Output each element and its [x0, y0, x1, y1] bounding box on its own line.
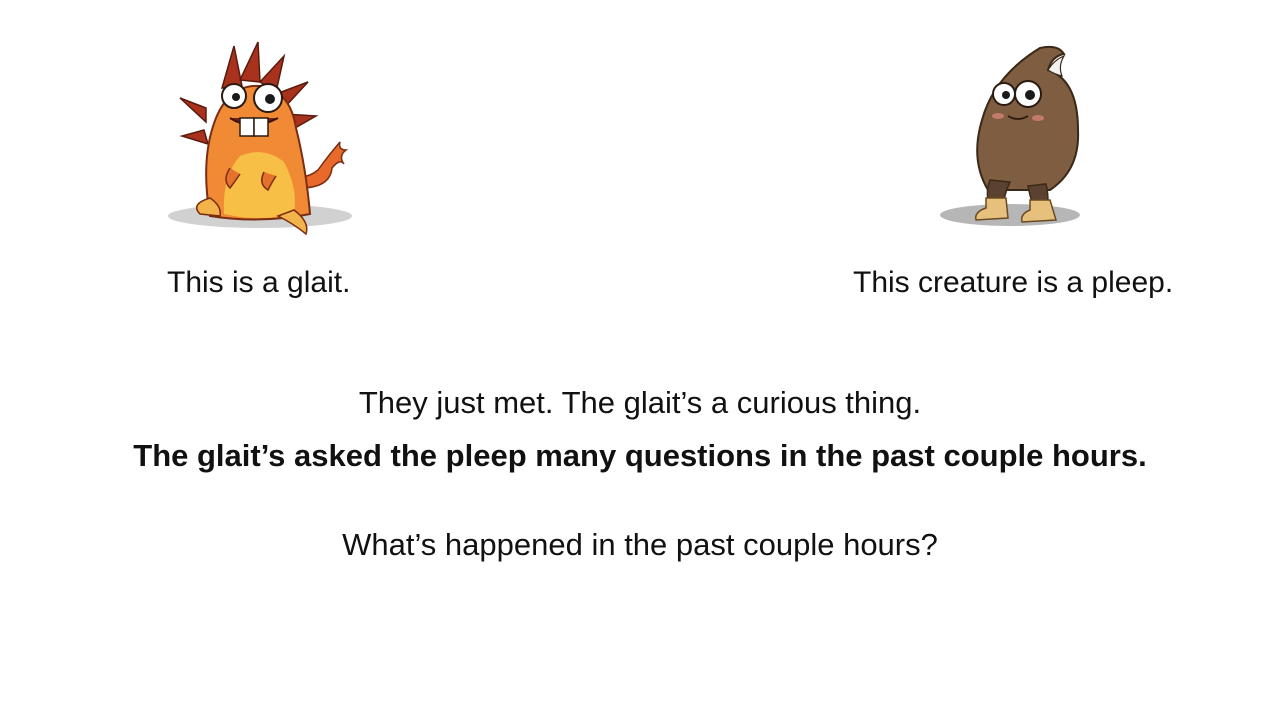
key-sentence: The glait’s asked the pleep many questio… — [133, 438, 1147, 473]
pleep-caption: This creature is a pleep. — [853, 266, 1174, 299]
question-prompt: What’s happened in the past couple hours… — [342, 527, 938, 562]
glait-icon — [168, 41, 352, 236]
slide: This is a glait. This creature is a plee… — [0, 0, 1280, 720]
pleep-illustration — [930, 40, 1090, 230]
glait-caption: This is a glait. — [167, 266, 351, 299]
glait-illustration — [160, 38, 360, 238]
intro-line: They just met. The glait’s a curious thi… — [358, 385, 922, 420]
pleep-icon — [940, 45, 1080, 226]
